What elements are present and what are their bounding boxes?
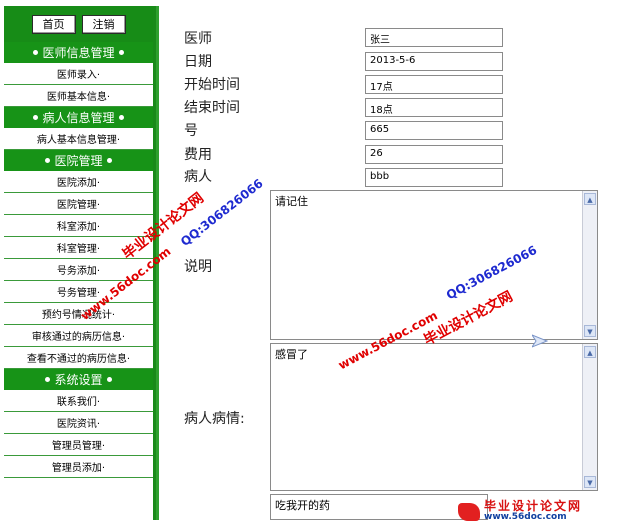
home-button[interactable]: 首页 xyxy=(31,14,76,34)
scroll-down-icon[interactable]: ▼ xyxy=(584,325,596,337)
menu-item-admin-add[interactable]: 管理员添加· xyxy=(4,456,153,478)
menu-item-approved-records[interactable]: 审核通过的病历信息· xyxy=(4,325,153,347)
doctor-label: 医师 xyxy=(184,31,212,47)
sidebar: 首页 注销 医师信息管理 医师录入· 医师基本信息· 病人信息管理 病人基本信息… xyxy=(4,6,156,520)
end-time-label: 结束时间 xyxy=(184,100,240,116)
section-title: 医师信息管理 xyxy=(42,46,115,60)
patient-label: 病人 xyxy=(184,169,212,185)
menu-item-news[interactable]: 医院资讯· xyxy=(4,412,153,434)
section-title: 系统设置 xyxy=(54,373,103,387)
menu-item-doctor-entry[interactable]: 医师录入· xyxy=(4,63,153,85)
scroll-up-icon[interactable]: ▲ xyxy=(584,193,596,205)
bullet-icon xyxy=(45,158,51,163)
menu-item-rejected-records[interactable]: 查看不通过的病历信息· xyxy=(4,347,153,369)
menu-item-doctor-info[interactable]: 医师基本信息· xyxy=(4,85,153,107)
note-text: 请记住 xyxy=(275,195,308,208)
prescription-textarea[interactable]: 吃我开的药 xyxy=(270,494,488,520)
section-settings[interactable]: 系统设置 xyxy=(4,369,153,390)
logo-text: 毕业设计论文网 www.56doc.com xyxy=(484,499,583,523)
bullet-icon xyxy=(33,115,39,120)
note-label: 说明 xyxy=(184,259,212,275)
site-logo: 毕业设计论文网 www.56doc.com xyxy=(458,500,618,524)
number-field[interactable]: 665 xyxy=(365,121,503,140)
sidebar-topbar: 首页 注销 xyxy=(4,6,153,42)
doctor-field[interactable]: 张三 xyxy=(365,28,503,47)
end-time-field[interactable]: 18点 xyxy=(365,98,503,117)
bullet-icon xyxy=(45,377,51,382)
patient-field[interactable]: bbb xyxy=(365,168,503,187)
date-label: 日期 xyxy=(184,54,212,70)
date-field[interactable]: 2013-5-6 xyxy=(365,52,503,71)
bullet-icon xyxy=(118,50,124,55)
start-time-label: 开始时间 xyxy=(184,77,240,93)
menu-item-hospital-manage[interactable]: 医院管理· xyxy=(4,193,153,215)
bullet-icon xyxy=(106,158,112,163)
bullet-icon xyxy=(118,115,124,120)
section-hospital[interactable]: 医院管理 xyxy=(4,150,153,171)
section-title: 病人信息管理 xyxy=(42,111,115,125)
menu-item-dept-add[interactable]: 科室添加· xyxy=(4,215,153,237)
start-time-field[interactable]: 17点 xyxy=(365,75,503,94)
bullet-icon xyxy=(33,50,39,55)
section-title: 医院管理 xyxy=(54,154,103,168)
cursor-icon xyxy=(532,334,548,348)
note-scrollbar[interactable]: ▲ ▼ xyxy=(582,191,597,339)
condition-textarea[interactable]: 感冒了 ▲ ▼ xyxy=(270,343,598,491)
condition-scrollbar[interactable]: ▲ ▼ xyxy=(582,344,597,490)
logo-url: www.56doc.com xyxy=(484,512,567,522)
menu-item-admin-manage[interactable]: 管理员管理· xyxy=(4,434,153,456)
number-label: 号 xyxy=(184,123,198,139)
section-doctor-info[interactable]: 医师信息管理 xyxy=(4,42,153,63)
logo-icon xyxy=(458,503,480,521)
menu-item-hospital-add[interactable]: 医院添加· xyxy=(4,171,153,193)
logo-cn: 毕业设计论文网 xyxy=(484,499,583,513)
prescription-text: 吃我开的药 xyxy=(275,499,330,512)
scroll-up-icon[interactable]: ▲ xyxy=(584,346,596,358)
fee-label: 费用 xyxy=(184,147,212,163)
logout-button[interactable]: 注销 xyxy=(81,14,126,34)
menu-item-contact[interactable]: 联系我们· xyxy=(4,390,153,412)
fee-field[interactable]: 26 xyxy=(365,145,503,164)
detail-form: 医师 张三 日期 2013-5-6 开始时间 17点 结束时间 18点 号 66… xyxy=(160,0,624,528)
menu-item-appointment-stats[interactable]: 预约号情况统计· xyxy=(4,303,153,325)
condition-text: 感冒了 xyxy=(275,348,308,361)
section-patient-info[interactable]: 病人信息管理 xyxy=(4,107,153,128)
bullet-icon xyxy=(106,377,112,382)
menu-item-patient-info[interactable]: 病人基本信息管理· xyxy=(4,128,153,150)
scroll-down-icon[interactable]: ▼ xyxy=(584,476,596,488)
condition-label: 病人病情: xyxy=(184,411,245,427)
